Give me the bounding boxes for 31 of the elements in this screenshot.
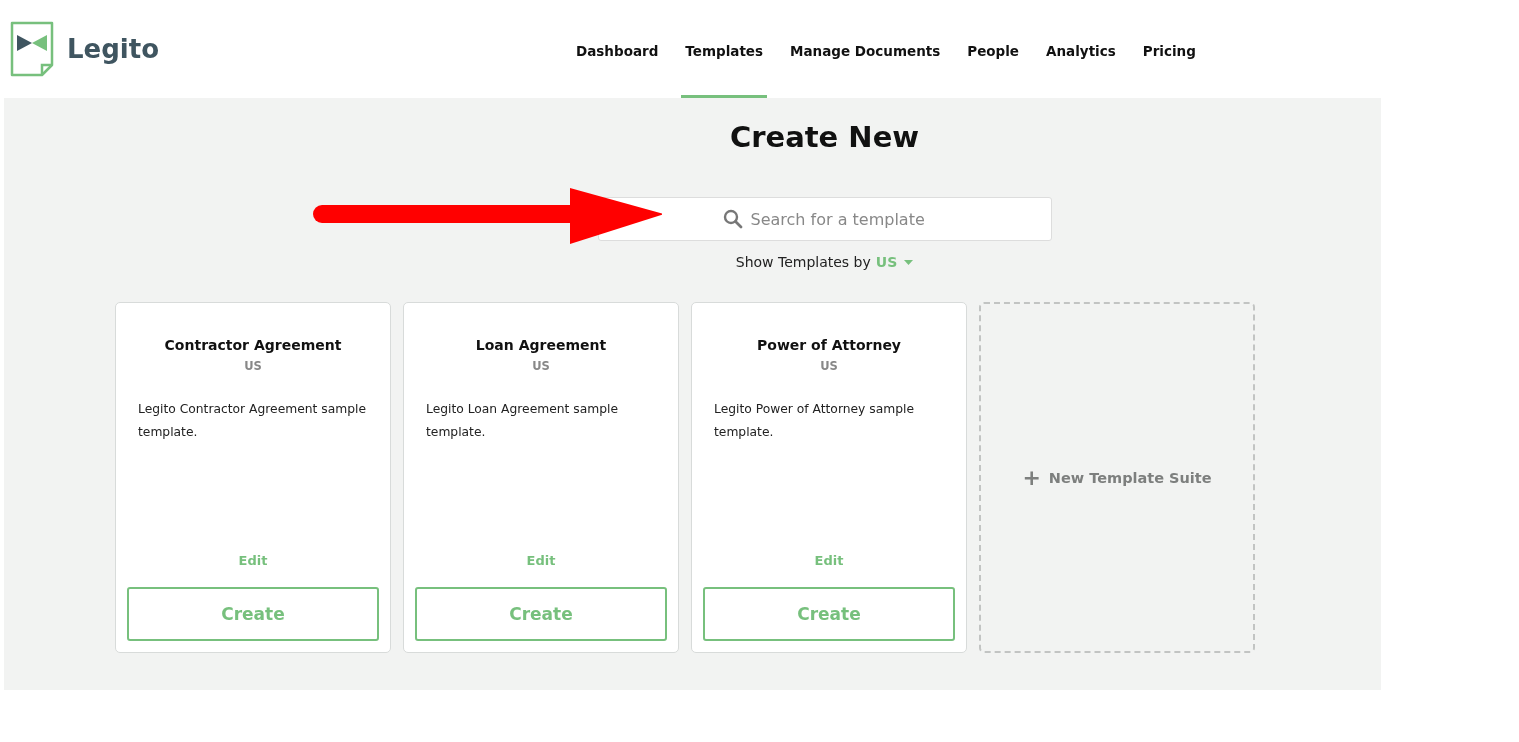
nav-tab[interactable]: Dashboard	[572, 0, 663, 98]
region-label: US	[243, 359, 263, 373]
card-title: Contractor Agreement	[163, 337, 343, 353]
button-label: New Template Suite	[1048, 469, 1212, 486]
edit-link[interactable]: Edit	[526, 553, 556, 568]
filter-label: Show Templates by	[735, 254, 871, 270]
nav-tab[interactable]: Manage Documents	[786, 0, 945, 98]
create-button[interactable]: Create	[127, 587, 379, 641]
region-label: US	[819, 359, 839, 373]
logo-text: Legito	[67, 34, 159, 64]
page-heading: Create New	[729, 120, 920, 154]
card-description: Legito Contractor Agreement sample template.	[138, 401, 367, 441]
caret-icon	[904, 259, 914, 265]
edit-link[interactable]: Edit	[814, 553, 844, 568]
region-label: US	[531, 359, 551, 373]
search-icon	[722, 209, 743, 229]
card-description: Legito Loan Agreement sample template.	[426, 401, 619, 441]
edit-link[interactable]: Edit	[238, 553, 268, 568]
new-template-suite-button[interactable]: + New Template Suite	[979, 302, 1255, 653]
logo-icon	[10, 21, 55, 77]
card-description: Legito Power of Attorney sample template.	[714, 401, 915, 441]
region-dropdown[interactable]: US	[875, 254, 914, 270]
nav-tab[interactable]: Pricing	[1138, 0, 1200, 98]
plus-icon: +	[1022, 466, 1041, 489]
create-button[interactable]: Create	[415, 587, 667, 641]
nav-tab[interactable]: People	[963, 0, 1024, 98]
card-title: Loan Agreement	[474, 337, 608, 353]
create-button[interactable]: Create	[703, 587, 955, 641]
nav-tab[interactable]: Analytics	[1042, 0, 1120, 98]
card-title: Power of Attorney	[756, 337, 902, 353]
search-field[interactable]: Search for a template	[597, 197, 1052, 241]
